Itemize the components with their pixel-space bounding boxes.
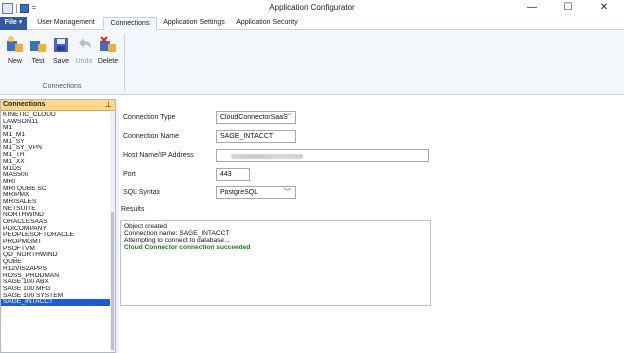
connections-panel-title: Connections	[3, 101, 46, 108]
ribbon: New Test Save Undo Delete Connections	[0, 30, 624, 95]
new-button[interactable]: New	[4, 35, 26, 69]
list-item[interactable]: MRIPMX	[1, 192, 111, 199]
tab-user-management[interactable]: User Management	[30, 17, 102, 30]
undo-button[interactable]: Undo	[73, 35, 95, 69]
close-button[interactable]: ✕	[586, 0, 622, 17]
list-item[interactable]: SAGE 100 SYSTEM	[1, 293, 111, 300]
results-line: Connection name: SAGE_INTACCT	[124, 230, 230, 237]
list-item[interactable]: PROPMGMT	[1, 239, 111, 246]
title-bar: = Application Configurator — ☐ ✕	[0, 0, 624, 17]
connection-type-select[interactable]: CloudConnectorSaaS ﹀	[216, 111, 296, 124]
maximize-button[interactable]: ☐	[550, 0, 586, 17]
list-item[interactable]: NORTHWIND	[1, 212, 111, 219]
list-item[interactable]: M1_SY	[1, 139, 111, 146]
connection-type-label: Connection Type	[123, 114, 176, 121]
undo-icon	[74, 35, 94, 55]
port-label: Port	[123, 171, 136, 178]
host-label: Host Name/IP Address	[123, 152, 194, 159]
tab-application-security[interactable]: Application Security	[231, 17, 303, 30]
list-item[interactable]: MRISALES	[1, 199, 111, 206]
chevron-down-icon: ﹀	[284, 189, 291, 196]
list-item[interactable]: M1	[1, 125, 111, 132]
minimize-button[interactable]: —	[514, 0, 550, 17]
port-input[interactable]: 443	[216, 168, 250, 181]
list-item[interactable]: QD_NORTHWIND	[1, 252, 111, 259]
results-success-line: Cloud Connector connection succeeded	[124, 244, 251, 251]
list-item[interactable]: NETSUITE	[1, 206, 111, 213]
list-item[interactable]: M1DS	[1, 166, 111, 173]
results-line: Object created	[124, 223, 167, 230]
connection-type-value: CloudConnectorSaaS	[220, 114, 288, 121]
tab-connections[interactable]: Connections	[103, 17, 157, 31]
list-item[interactable]: QUBE	[1, 259, 111, 266]
new-label: New	[7, 58, 22, 65]
save-label: Save	[53, 58, 69, 65]
list-item[interactable]: ORACLESAAS	[1, 219, 111, 226]
test-label: Test	[31, 58, 45, 65]
delete-label: Delete	[97, 58, 119, 65]
tab-application-settings[interactable]: Application Settings	[158, 17, 230, 30]
connections-panel: Connections ⊥ KINETIC_CLOUD LAWSON11 M1 …	[0, 99, 116, 353]
list-item[interactable]: M1_SY_VPN	[1, 145, 111, 152]
list-item[interactable]: PSOFTVM	[1, 246, 111, 253]
list-item[interactable]: M1_M1	[1, 132, 111, 139]
connections-scrollbar[interactable]	[110, 112, 115, 352]
list-item[interactable]: MRI QUBE SC	[1, 186, 111, 193]
host-redacted-value	[231, 154, 303, 159]
list-item[interactable]: R12VIS2APPS	[1, 266, 111, 273]
tab-file[interactable]: File ▾	[0, 17, 27, 30]
pin-icon[interactable]: ⊥	[105, 100, 112, 109]
ribbon-group-separator	[124, 34, 125, 91]
save-button[interactable]: Save	[50, 35, 72, 69]
test-icon	[28, 35, 48, 55]
list-item[interactable]: SAGE 100 ABX	[1, 279, 111, 286]
ribbon-group-label: Connections	[42, 83, 82, 90]
new-icon	[5, 35, 25, 55]
sql-syntax-label: SQL Syntax	[123, 189, 161, 196]
delete-button[interactable]: Delete	[97, 35, 119, 69]
list-item[interactable]: LAWSON11	[1, 119, 111, 126]
list-item[interactable]: PEOPLESOFTORACLE	[1, 232, 111, 239]
list-item[interactable]: M1_XX	[1, 159, 111, 166]
connections-list: KINETIC_CLOUD LAWSON11 M1 M1_M1 M1_SY M1…	[1, 112, 111, 306]
delete-icon	[98, 35, 118, 55]
list-item[interactable]: M1_TR	[1, 152, 111, 159]
connection-name-label: Connection Name	[123, 133, 180, 140]
connection-name-input[interactable]: SAGE_INTACCT	[216, 130, 296, 143]
list-item-selected[interactable]: SAGE_INTACCT	[1, 299, 111, 306]
test-button[interactable]: Test	[27, 35, 49, 69]
scrollbar-thumb[interactable]	[111, 212, 114, 350]
list-item[interactable]: PDICOMPANY	[1, 226, 111, 233]
sql-syntax-select[interactable]: PostgreSQL ﹀	[216, 186, 296, 199]
ribbon-tab-bar: File ▾ User Management Connections Appli…	[0, 17, 624, 31]
list-item[interactable]: ROSS_PRODMAN	[1, 273, 111, 280]
results-label: Results	[121, 206, 145, 213]
results-box[interactable]: Object created Connection name: SAGE_INT…	[120, 220, 431, 306]
save-icon	[51, 35, 71, 55]
list-item[interactable]: KINETIC_CLOUD	[1, 112, 111, 119]
sql-syntax-value: PostgreSQL	[220, 189, 259, 196]
results-line: Attempting to connect to database...	[124, 237, 230, 244]
panel-splitter[interactable]	[116, 99, 119, 353]
connections-panel-header: Connections ⊥	[1, 100, 115, 111]
undo-label: Undo	[75, 58, 93, 65]
chevron-down-icon: ﹀	[284, 114, 291, 121]
list-item[interactable]: SAGE 100 MFG	[1, 286, 111, 293]
list-item[interactable]: MAS500	[1, 172, 111, 179]
list-item[interactable]: MRI	[1, 179, 111, 186]
